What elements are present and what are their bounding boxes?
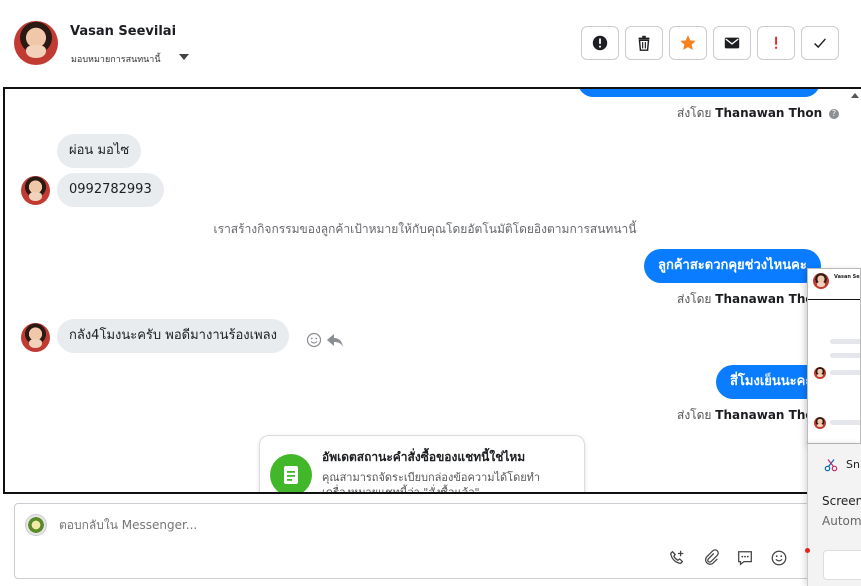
emoji-react-icon[interactable]: [306, 332, 322, 348]
exclamation-icon: [775, 36, 778, 49]
thumbnail-avatar: [814, 367, 826, 379]
mark-done-button[interactable]: [801, 26, 839, 60]
reply-input[interactable]: [59, 518, 559, 532]
assign-conversation-label[interactable]: มอบหมายการสนทนานี้: [71, 52, 161, 66]
outgoing-message[interactable]: [578, 89, 820, 97]
chevron-down-icon[interactable]: [179, 54, 189, 60]
snipping-tool-notification[interactable]: Sni Screen Autom: [807, 444, 861, 586]
thumbnail-avatar: [814, 417, 826, 429]
sent-by-prefix: ส่งโดย: [677, 408, 712, 422]
sent-by-agent: Thanawan Thon: [715, 106, 823, 120]
composer-toolbar: [667, 548, 823, 568]
follow-up-button[interactable]: [757, 26, 795, 60]
thumbnail-divider: [808, 299, 860, 300]
delete-button[interactable]: [625, 26, 663, 60]
incoming-message[interactable]: 0992782993: [57, 173, 164, 207]
preview-thumbnail-window[interactable]: Vasan Se: [807, 268, 861, 444]
incoming-message[interactable]: ผ่อน มอไซ: [57, 134, 142, 168]
sent-by-label: ส่งโดย Thanawan Thon ?: [677, 104, 839, 123]
saved-replies-icon[interactable]: [735, 548, 755, 568]
system-note: เราสร้างกิจกรรมของลูกค้าเป้าหมายให้กับคุ…: [213, 222, 637, 236]
sent-by-label: ส่งโดย Thanawan Thon: [677, 406, 822, 425]
contact-name[interactable]: Vasan Seevilai: [70, 24, 176, 39]
notification-dot: [805, 548, 810, 553]
sent-by-prefix: ส่งโดย: [677, 106, 712, 120]
header-toolbar: [581, 26, 839, 60]
envelope-icon: [724, 37, 740, 49]
order-list-icon: [270, 454, 312, 492]
checkmark-icon: [814, 38, 826, 49]
contact-avatar[interactable]: [14, 21, 58, 65]
question-icon[interactable]: ?: [829, 109, 839, 119]
report-button[interactable]: [581, 26, 619, 60]
scissors-icon: [824, 459, 838, 472]
reply-composer: [14, 503, 834, 579]
thumbnail-name: Vasan Se: [834, 274, 860, 280]
sent-by-prefix: ส่งโดย: [677, 292, 712, 306]
trash-icon: [638, 35, 650, 51]
contact-avatar-small: [21, 176, 50, 205]
alert-circle-icon: [592, 35, 608, 51]
contact-avatar-small: [21, 323, 50, 352]
thumbnail-line: [830, 370, 860, 375]
star-icon: [680, 35, 696, 50]
attachment-icon[interactable]: [701, 548, 721, 568]
conversation-header: Vasan Seevilai มอบหมายการสนทนานี้: [0, 0, 861, 88]
snip-line-1: Screen: [822, 494, 861, 508]
call-add-icon[interactable]: [667, 548, 687, 568]
message-thread: ส่งโดย Thanawan Thon ? ผ่อน มอไซ 0992782…: [3, 87, 861, 494]
incoming-message[interactable]: กลัง4โมงนะครับ พอดีมางานร้องเพลง: [57, 319, 289, 353]
snip-line-2: Autom: [822, 514, 861, 528]
thumbnail-avatar: [813, 273, 829, 289]
mark-unread-button[interactable]: [713, 26, 751, 60]
snip-title: Sni: [846, 458, 861, 471]
thumbnail-line: [830, 420, 860, 425]
reply-arrow-icon[interactable]: [326, 332, 344, 348]
outgoing-message[interactable]: ลูกค้าสะดวกคุยช่วงไหนคะ: [644, 249, 821, 283]
sent-by-label: ส่งโดย Thanawan Thon: [677, 290, 822, 309]
scroll-up-arrow-icon[interactable]: [851, 93, 859, 98]
thumbnail-line: [830, 339, 860, 344]
app-root: Vasan Seevilai มอบหมายการสนทนานี้ ส่งโดย…: [0, 0, 861, 586]
emoji-icon[interactable]: [769, 548, 789, 568]
page-avatar: [25, 514, 47, 536]
card-title: อัพเดตสถานะคำสั่งซื้อของแชทนี้ใช่ไหม: [322, 450, 526, 464]
thumbnail-line: [830, 353, 860, 358]
order-status-card[interactable]: อัพเดตสถานะคำสั่งซื้อของแชทนี้ใช่ไหม คุณ…: [259, 435, 585, 494]
card-body: คุณสามารถจัดระเบียบกล่องข้อความได้โดยทำเ…: [322, 471, 541, 494]
star-button[interactable]: [669, 26, 707, 60]
snip-action-button[interactable]: [823, 550, 861, 580]
